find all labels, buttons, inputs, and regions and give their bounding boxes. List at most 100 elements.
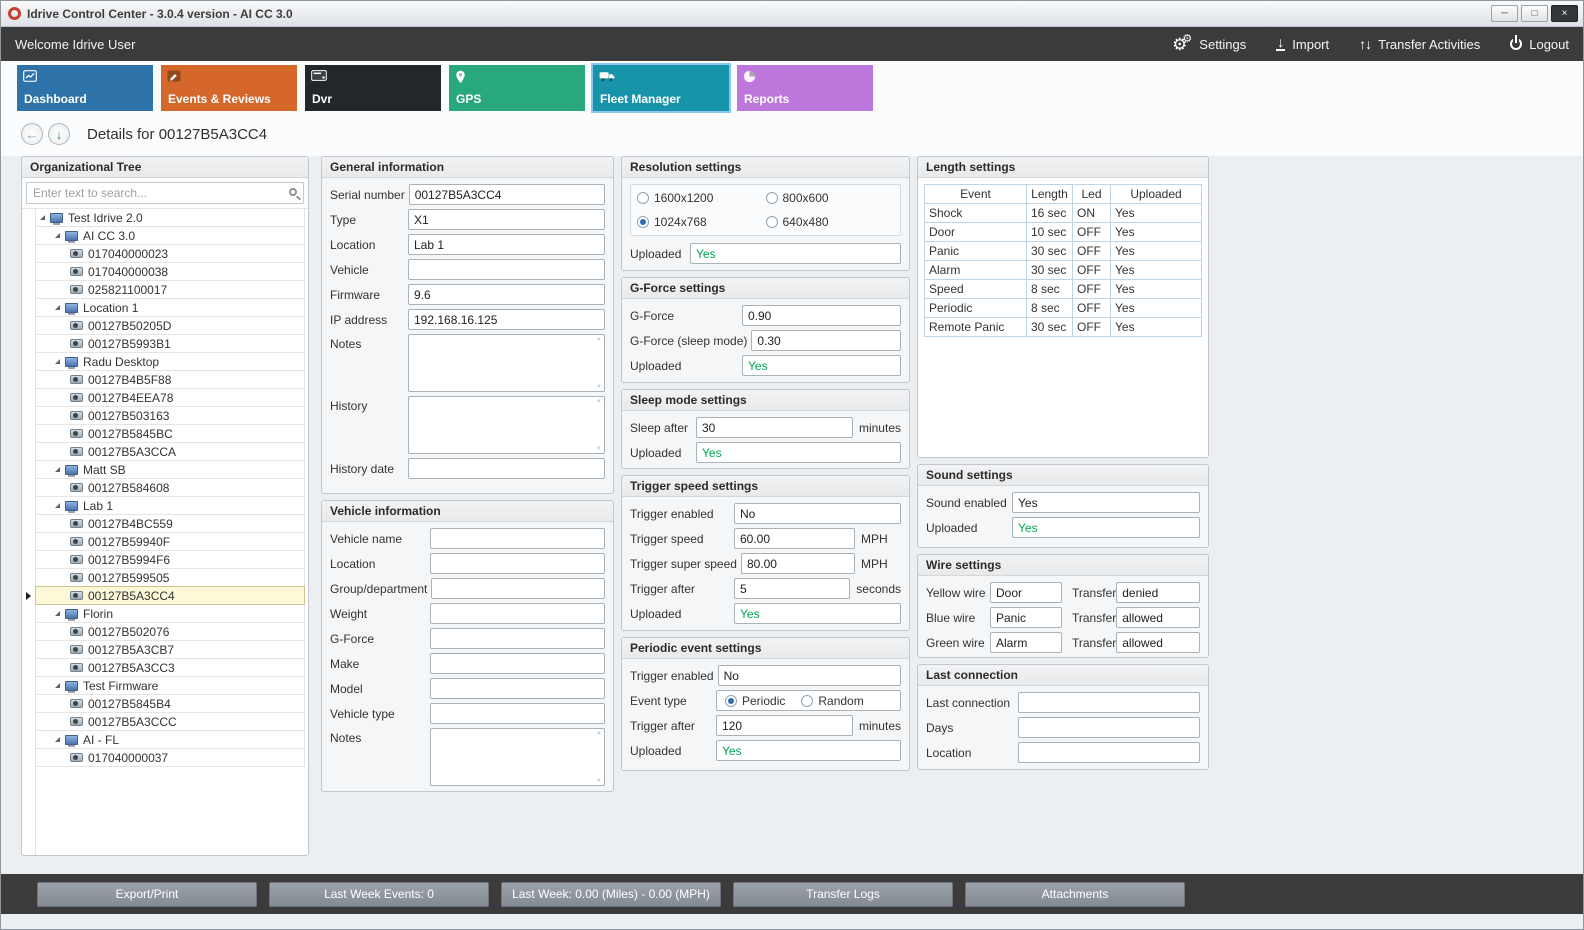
expand-arrow-icon[interactable] bbox=[55, 305, 60, 310]
import-button[interactable]: ↓Import bbox=[1276, 37, 1329, 52]
tree-device-00127b5a3ccc[interactable]: 00127B5A3CCC bbox=[35, 712, 305, 731]
tree-device-00127b584608[interactable]: 00127B584608 bbox=[35, 478, 305, 497]
tree-group-ai-fl[interactable]: AI - FL bbox=[35, 730, 305, 749]
tab-dashboard[interactable]: Dashboard bbox=[17, 65, 153, 111]
green-wire-input[interactable] bbox=[990, 632, 1062, 653]
length-table-row[interactable]: Shock16 secONYes bbox=[925, 204, 1202, 223]
blue-wire-input[interactable] bbox=[990, 607, 1062, 628]
periodic-radio-option[interactable]: Periodic bbox=[725, 694, 785, 708]
model-input[interactable] bbox=[430, 678, 605, 699]
length-table-row[interactable]: Speed8 secOFFYes bbox=[925, 280, 1202, 299]
tab-fleet-manager[interactable]: Fleet Manager bbox=[593, 65, 729, 111]
export-print-button[interactable]: Export/Print bbox=[37, 882, 257, 907]
uploaded-input[interactable] bbox=[696, 442, 901, 463]
vehicle-type-input[interactable] bbox=[430, 703, 605, 724]
days-input[interactable] bbox=[1018, 717, 1200, 738]
uploaded-input[interactable] bbox=[742, 355, 901, 376]
last-week-button[interactable]: Last Week: 0.00 (Miles) - 0.00 (MPH) bbox=[501, 882, 721, 907]
history-textarea[interactable] bbox=[408, 396, 605, 454]
make-input[interactable] bbox=[430, 653, 605, 674]
close-button[interactable]: × bbox=[1551, 5, 1578, 22]
resolution-option-1600x1200[interactable]: 1600x1200 bbox=[637, 191, 750, 205]
g-force-input[interactable] bbox=[742, 305, 901, 326]
expand-arrow-icon[interactable] bbox=[55, 359, 60, 364]
attachments-button[interactable]: Attachments bbox=[965, 882, 1185, 907]
tree-device-025821100017[interactable]: 025821100017 bbox=[35, 280, 305, 299]
yellow-wire-input[interactable] bbox=[990, 582, 1062, 603]
green-wire-transfer-input[interactable] bbox=[1116, 632, 1200, 653]
sound-enabled-input[interactable] bbox=[1012, 492, 1200, 513]
random-radio-option[interactable]: Random bbox=[801, 694, 863, 708]
tree-group-radu-desktop[interactable]: Radu Desktop bbox=[35, 352, 305, 371]
tree-device-00127b59940f[interactable]: 00127B59940F bbox=[35, 532, 305, 551]
trigger-after-input[interactable] bbox=[716, 715, 853, 736]
expand-arrow-icon[interactable] bbox=[55, 467, 60, 472]
transfer-logs-button[interactable]: Transfer Logs bbox=[733, 882, 953, 907]
tab-events-reviews[interactable]: Events & Reviews bbox=[161, 65, 297, 111]
notes-textarea[interactable] bbox=[430, 728, 605, 786]
g-force-sleep-mode-input[interactable] bbox=[751, 330, 901, 351]
uploaded-input[interactable] bbox=[734, 603, 901, 624]
tree-device-00127b5845b4[interactable]: 00127B5845B4 bbox=[35, 694, 305, 713]
tree-group-test-idrive-2-0[interactable]: Test Idrive 2.0 bbox=[35, 209, 305, 227]
tree-device-00127b502076[interactable]: 00127B502076 bbox=[35, 622, 305, 641]
g-force-input[interactable] bbox=[430, 628, 605, 649]
expand-arrow-icon[interactable] bbox=[40, 215, 45, 220]
logout-button[interactable]: Logout bbox=[1510, 37, 1569, 52]
back-button[interactable]: ← bbox=[21, 123, 43, 145]
last-connection-input[interactable] bbox=[1018, 692, 1200, 713]
resolution-option-1024x768[interactable]: 1024x768 bbox=[637, 215, 750, 229]
tree-device-00127b50205d[interactable]: 00127B50205D bbox=[35, 316, 305, 335]
tab-gps[interactable]: GPS bbox=[449, 65, 585, 111]
tree-group-matt-sb[interactable]: Matt SB bbox=[35, 460, 305, 479]
length-table-row[interactable]: Door10 secOFFYes bbox=[925, 223, 1202, 242]
tree-device-00127b5a3cca[interactable]: 00127B5A3CCA bbox=[35, 442, 305, 461]
tree-device-00127b5a3cc4[interactable]: 00127B5A3CC4 bbox=[35, 586, 305, 605]
length-table-row[interactable]: Panic30 secOFFYes bbox=[925, 242, 1202, 261]
scroll-down-button[interactable]: ↓ bbox=[48, 123, 70, 145]
trigger-speed-input[interactable] bbox=[734, 528, 855, 549]
trigger-enabled-input[interactable] bbox=[734, 503, 901, 524]
uploaded-input[interactable] bbox=[716, 740, 901, 761]
location-input[interactable] bbox=[430, 553, 605, 574]
tree-device-00127b503163[interactable]: 00127B503163 bbox=[35, 406, 305, 425]
uploaded-input[interactable] bbox=[1012, 517, 1200, 538]
expand-arrow-icon[interactable] bbox=[55, 683, 60, 688]
maximize-button[interactable]: □ bbox=[1521, 5, 1548, 22]
blue-wire-transfer-input[interactable] bbox=[1116, 607, 1200, 628]
location-input[interactable] bbox=[408, 234, 605, 255]
length-table-row[interactable]: Periodic8 secOFFYes bbox=[925, 299, 1202, 318]
weight-input[interactable] bbox=[430, 603, 605, 624]
group-department-input[interactable] bbox=[431, 578, 605, 599]
type-input[interactable] bbox=[408, 209, 605, 230]
expand-arrow-icon[interactable] bbox=[55, 233, 60, 238]
tree-device-00127b5845bc[interactable]: 00127B5845BC bbox=[35, 424, 305, 443]
trigger-after-input[interactable] bbox=[734, 578, 850, 599]
tree-device-00127b5a3cb7[interactable]: 00127B5A3CB7 bbox=[35, 640, 305, 659]
tree-group-location-1[interactable]: Location 1 bbox=[35, 298, 305, 317]
length-table-row[interactable]: Alarm30 secOFFYes bbox=[925, 261, 1202, 280]
tree-group-lab-1[interactable]: Lab 1 bbox=[35, 496, 305, 515]
tree-device-00127b4b5f88[interactable]: 00127B4B5F88 bbox=[35, 370, 305, 389]
trigger-super-speed-input[interactable] bbox=[741, 553, 855, 574]
firmware-input[interactable] bbox=[408, 284, 605, 305]
yellow-wire-transfer-input[interactable] bbox=[1116, 582, 1200, 603]
tree-group-ai-cc-3-0[interactable]: AI CC 3.0 bbox=[35, 226, 305, 245]
expand-arrow-icon[interactable] bbox=[55, 737, 60, 742]
tree-device-00127b599505[interactable]: 00127B599505 bbox=[35, 568, 305, 587]
ip-address-input[interactable] bbox=[408, 309, 605, 330]
last-week-events-button[interactable]: Last Week Events: 0 bbox=[269, 882, 489, 907]
expand-arrow-icon[interactable] bbox=[55, 611, 60, 616]
tree-device-017040000037[interactable]: 017040000037 bbox=[35, 748, 305, 767]
sleep-after-input[interactable] bbox=[696, 417, 853, 438]
resolution-option-800x600[interactable]: 800x600 bbox=[766, 191, 879, 205]
transfer-activities-button[interactable]: ↑↓Transfer Activities bbox=[1359, 36, 1480, 52]
tab-dvr[interactable]: Dvr bbox=[305, 65, 441, 111]
expand-arrow-icon[interactable] bbox=[55, 503, 60, 508]
tree-device-00127b4eea78[interactable]: 00127B4EEA78 bbox=[35, 388, 305, 407]
serial-number-input[interactable] bbox=[409, 184, 605, 205]
tree-device-00127b5a3cc3[interactable]: 00127B5A3CC3 bbox=[35, 658, 305, 677]
resolution-option-640x480[interactable]: 640x480 bbox=[766, 215, 879, 229]
minimize-button[interactable]: ─ bbox=[1491, 5, 1518, 22]
settings-button[interactable]: ⚙⚙Settings bbox=[1172, 36, 1246, 53]
